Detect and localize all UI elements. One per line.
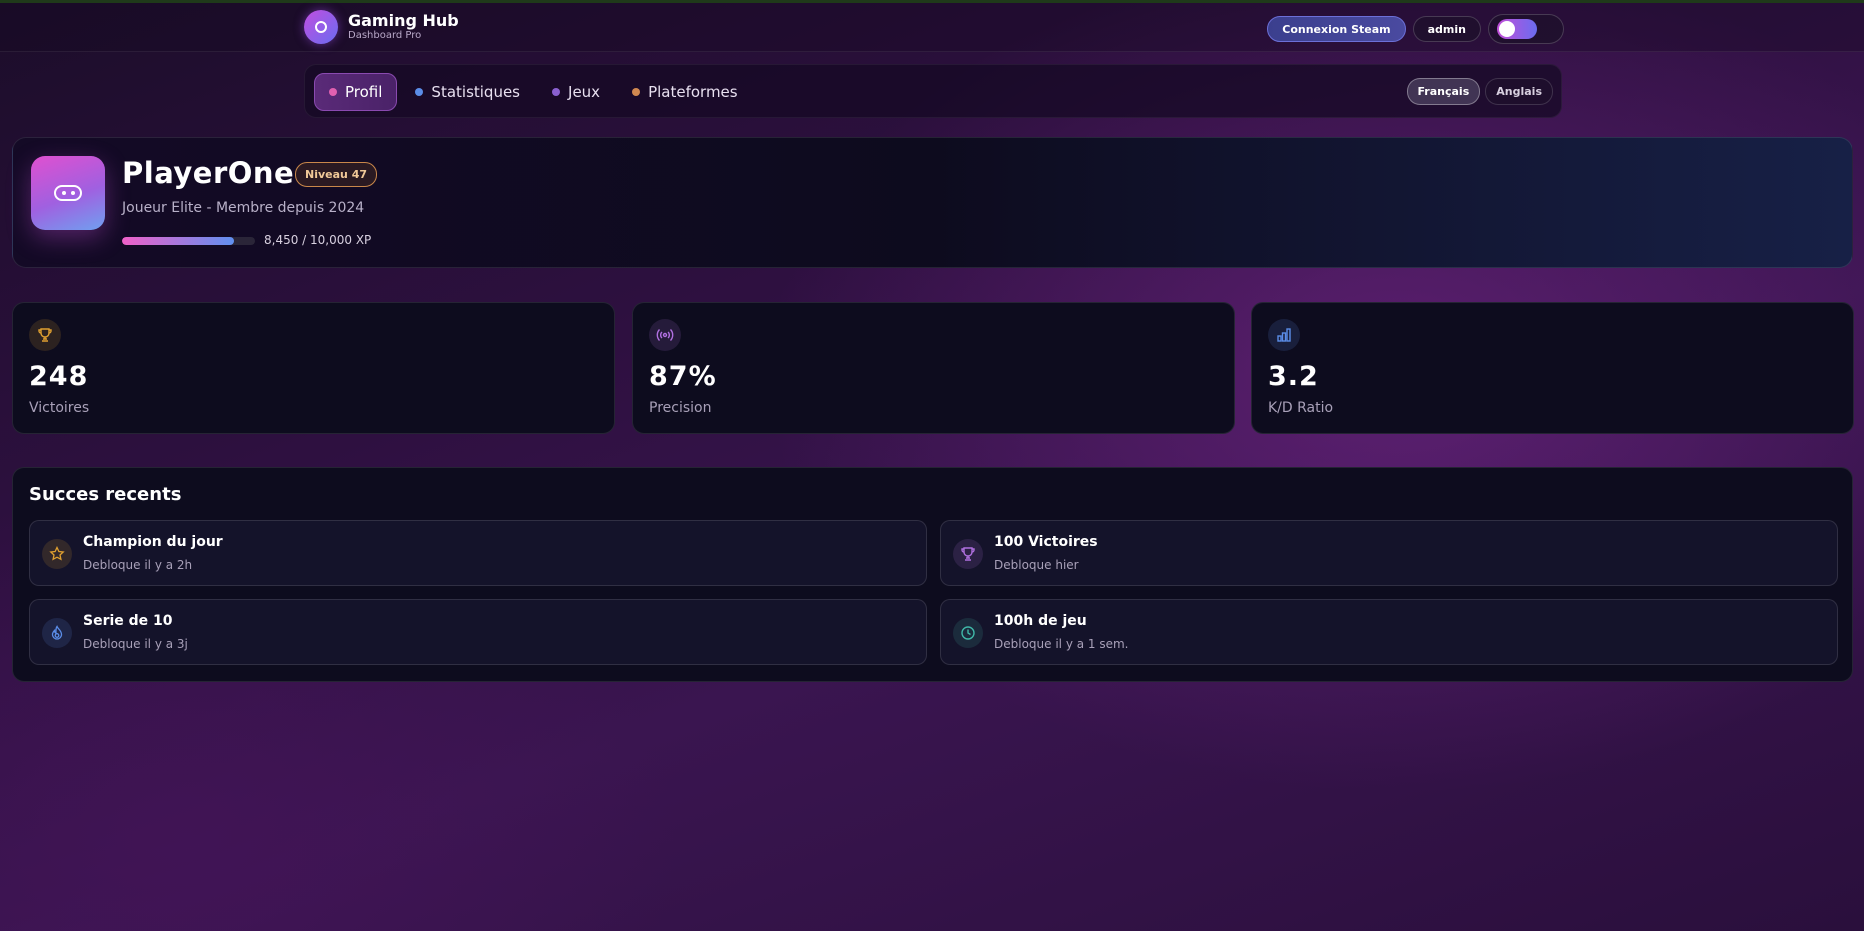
stat-value: 248 [29, 361, 89, 392]
brand-title: Gaming Hub [348, 11, 459, 30]
main-nav: Profil Statistiques Jeux Plateformes Fra… [304, 64, 1562, 118]
player-name: PlayerOne [122, 156, 295, 190]
trophy-icon [29, 319, 61, 351]
xp-progress-fill [122, 237, 235, 245]
tab-dot-icon [415, 88, 424, 96]
signal-icon [649, 319, 681, 351]
brand[interactable]: Gaming Hub Dashboard Pro [304, 10, 459, 44]
top-header: Gaming Hub Dashboard Pro Connexion Steam… [0, 3, 1864, 52]
tab-dot-icon [329, 88, 337, 96]
tab-jeux[interactable]: Jeux [538, 73, 614, 111]
achievement-time: Debloque il y a 1 sem. [994, 637, 1129, 651]
language-francais-button[interactable]: Français [1406, 78, 1481, 105]
achievement-item[interactable]: 100 Victoires Debloque hier [940, 520, 1838, 586]
tab-label: Statistiques [431, 83, 521, 101]
stat-label: Victoires [29, 400, 90, 416]
achievement-name: 100h de jeu [994, 613, 1087, 629]
trophy-icon [953, 539, 983, 569]
achievement-item[interactable]: Serie de 10 Debloque il y a 3j [29, 599, 927, 665]
clock-icon [953, 618, 983, 648]
achievement-name: Champion du jour [83, 534, 223, 550]
tab-label: Jeux [568, 83, 601, 101]
tab-statistiques[interactable]: Statistiques [401, 73, 534, 111]
achievement-item[interactable]: Champion du jour Debloque il y a 2h [29, 520, 927, 586]
toggle-knob [1499, 21, 1515, 37]
tab-label: Plateformes [648, 83, 738, 101]
achievement-item[interactable]: 100h de jeu Debloque il y a 1 sem. [940, 599, 1838, 665]
star-icon [42, 539, 72, 569]
theme-toggle-container [1488, 14, 1564, 44]
bar-chart-icon [1268, 319, 1300, 351]
achievement-name: 100 Victoires [994, 534, 1098, 550]
stat-value: 87% [649, 361, 717, 392]
language-anglais-button[interactable]: Anglais [1485, 78, 1553, 105]
flame-icon [42, 618, 72, 648]
xp-text: 8,450 / 10,000 XP [264, 233, 372, 247]
steam-login-button[interactable]: Connexion Steam [1267, 16, 1406, 42]
tab-dot-icon [552, 88, 561, 96]
stat-card-kd-ratio: 3.2 K/D Ratio [1251, 302, 1854, 434]
avatar [31, 156, 105, 230]
tab-plateformes[interactable]: Plateformes [618, 73, 752, 111]
admin-button[interactable]: admin [1412, 16, 1481, 42]
section-title: Succes recents [29, 484, 182, 505]
player-subtitle: Joueur Elite - Membre depuis 2024 [122, 200, 365, 216]
brand-logo-icon [304, 10, 338, 44]
stat-value: 3.2 [1268, 361, 1319, 392]
xp-progress-bar [122, 237, 255, 245]
profile-card: PlayerOne Niveau 47 Joueur Elite - Membr… [12, 137, 1853, 268]
stat-label: K/D Ratio [1268, 400, 1334, 416]
achievement-name: Serie de 10 [83, 613, 173, 629]
tab-dot-icon [632, 88, 641, 96]
stat-card-precision: 87% Precision [632, 302, 1235, 434]
stat-label: Precision [649, 400, 712, 416]
stat-card-victoires: 248 Victoires [12, 302, 615, 434]
brand-subtitle: Dashboard Pro [348, 30, 422, 41]
tab-label: Profil [345, 83, 383, 101]
gamepad-icon [54, 185, 82, 201]
level-badge: Niveau 47 [295, 162, 377, 187]
achievement-time: Debloque hier [994, 558, 1079, 572]
recent-achievements: Succes recents Champion du jour Debloque… [12, 467, 1853, 682]
achievement-time: Debloque il y a 2h [83, 558, 193, 572]
theme-toggle[interactable] [1497, 19, 1537, 39]
tab-profil[interactable]: Profil [314, 73, 398, 111]
achievement-time: Debloque il y a 3j [83, 637, 188, 651]
